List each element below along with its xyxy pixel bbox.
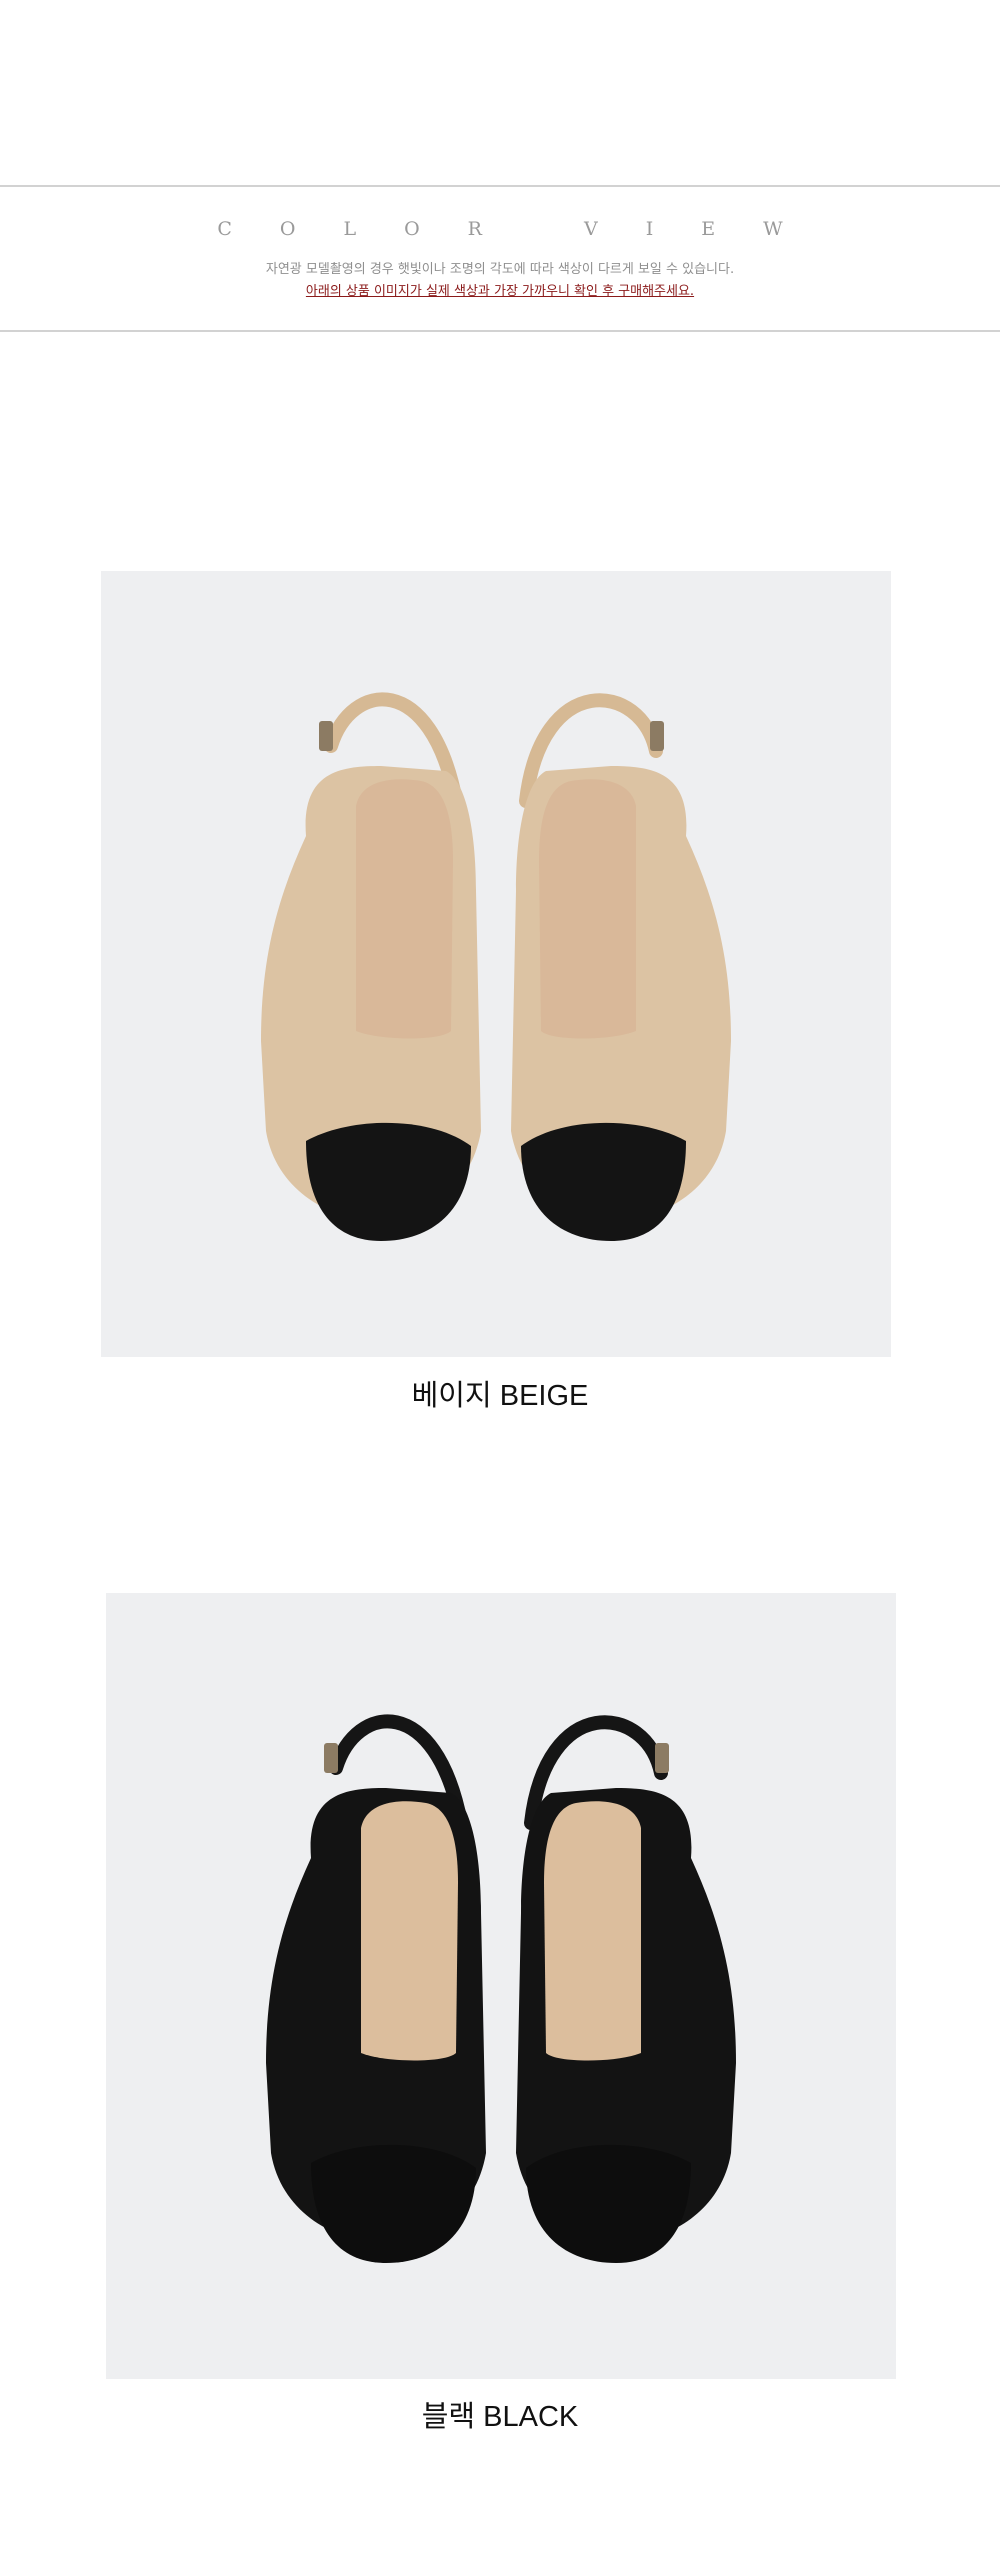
black-slingback-image (266, 1714, 736, 2263)
color-accuracy-notice: 아래의 상품 이미지가 실제 색상과 가장 가까우니 확인 후 구매해주세요. (0, 280, 1000, 299)
left-insole (356, 779, 453, 1039)
right-buckle (655, 1743, 669, 1773)
left-buckle (324, 1743, 338, 1773)
left-insole (361, 1801, 458, 2061)
right-insole (544, 1801, 641, 2061)
left-buckle (319, 721, 333, 751)
right-buckle (650, 721, 664, 751)
left-toe-cap (306, 1122, 471, 1241)
left-toe-cap (311, 2144, 476, 2263)
right-toe-cap (526, 2144, 691, 2263)
black-shoe-photo (106, 1593, 896, 2379)
top-divider (0, 185, 1000, 187)
right-toe-cap (521, 1122, 686, 1241)
beige-color-caption: 베이지 BEIGE (411, 1380, 589, 1412)
bottom-divider (0, 330, 1000, 332)
beige-slingback-image (261, 692, 731, 1241)
black-color-caption: 블랙 BLACK (421, 2401, 579, 2433)
section-title: COLOR VIEW (217, 218, 831, 240)
color-accuracy-notice-text: 아래의 상품 이미지가 실제 색상과 가장 가까우니 확인 후 구매해주세요. (305, 284, 695, 299)
right-insole (539, 779, 636, 1039)
beige-shoe-photo (101, 571, 891, 1357)
lighting-notice: 자연광 모델촬영의 경우 햇빛이나 조명의 각도에 따라 색상이 다르게 보일 … (265, 262, 735, 277)
